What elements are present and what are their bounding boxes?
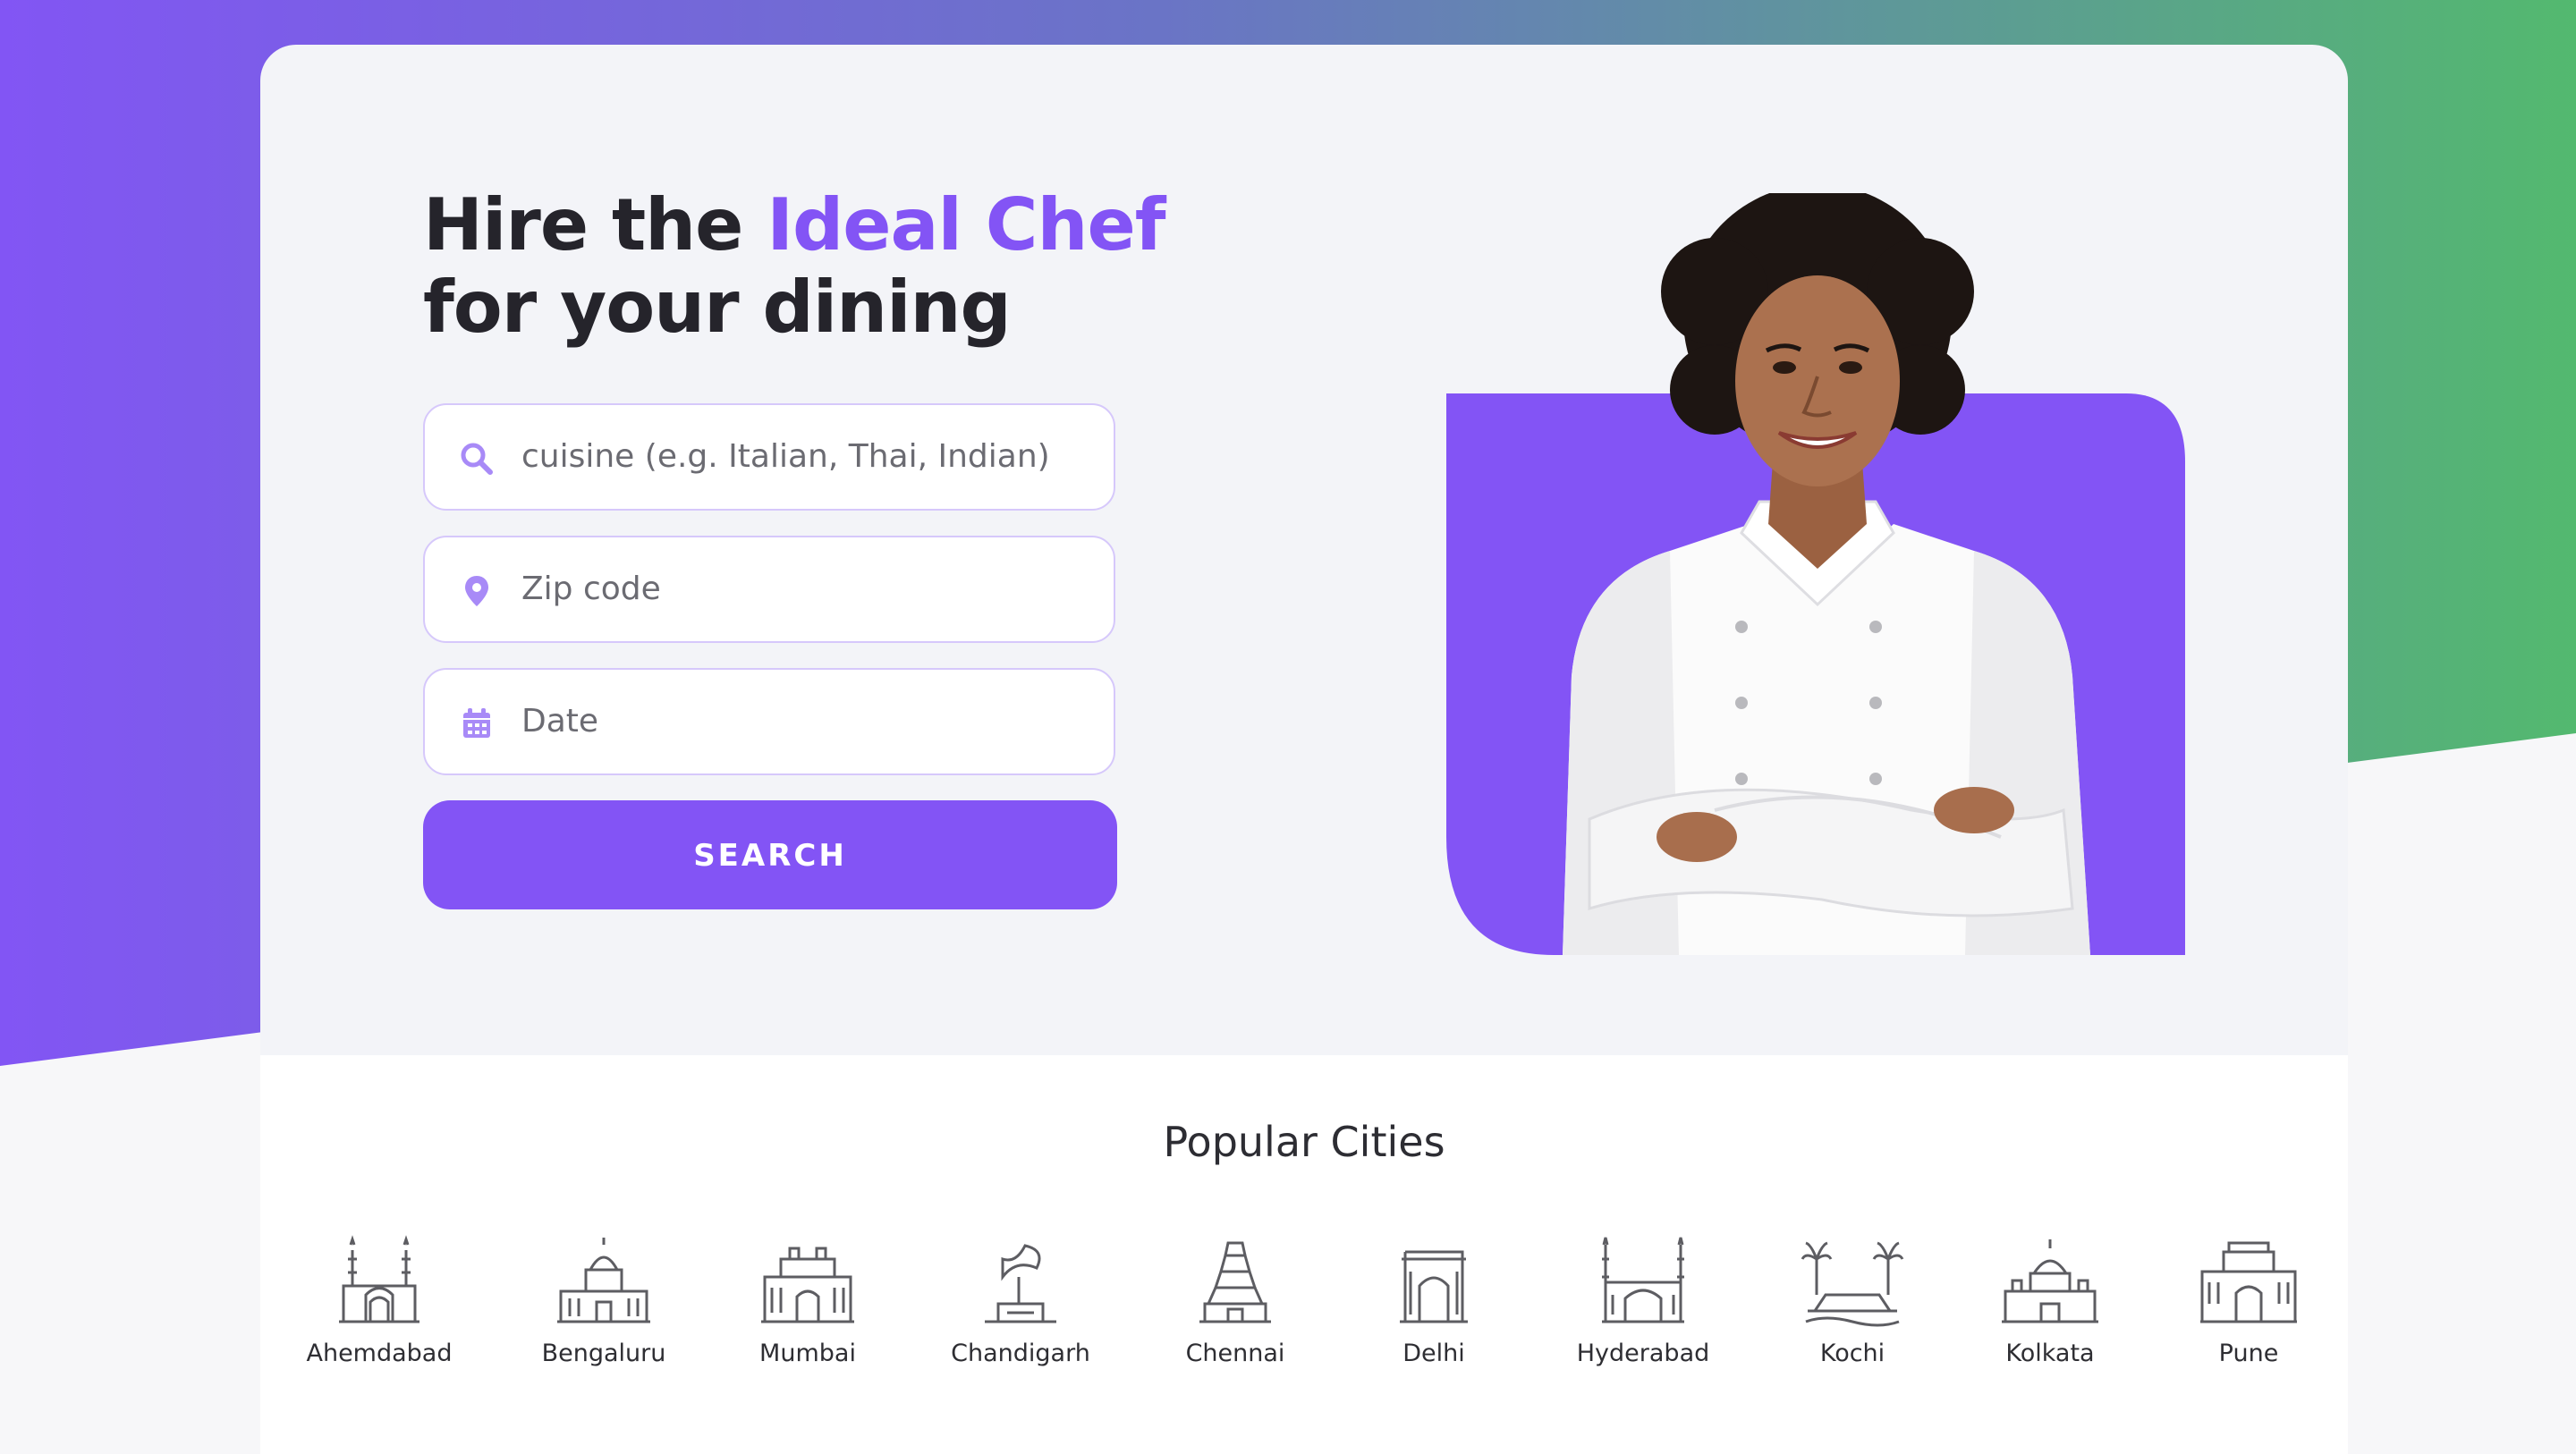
city-label: Pune [2218,1340,2279,1367]
city-kochi[interactable]: Kochi [1745,1232,1960,1367]
hyderabad-landmark-icon [1602,1237,1684,1323]
city-bengaluru[interactable]: Bengaluru [496,1232,711,1367]
search-icon [461,443,493,475]
zip-code-input[interactable]: Zip code [521,537,661,641]
city-label: Chennai [1185,1340,1285,1367]
city-kolkata[interactable]: Kolkata [1943,1232,2157,1367]
cuisine-field[interactable]: cuisine (e.g. Italian, Thai, Indian) [423,403,1115,511]
city-label: Chandigarh [951,1340,1090,1367]
main-card: Hire the Ideal Chef for your dining cuis… [260,45,2348,1454]
date-field[interactable]: Date [423,668,1115,775]
city-pune[interactable]: Pune [2141,1232,2348,1367]
city-label: Bengaluru [541,1340,666,1367]
kolkata-landmark-icon [2002,1239,2098,1323]
city-label: Kolkata [2005,1340,2095,1367]
delhi-landmark-icon [1400,1250,1468,1323]
city-ahemdabad[interactable]: Ahemdabad [272,1232,487,1367]
mumbai-landmark-icon [761,1247,854,1323]
headline-accent: Ideal Chef [767,183,1165,266]
city-label: Hyderabad [1576,1340,1710,1367]
kochi-landmark-icon [1801,1241,1904,1327]
city-mumbai[interactable]: Mumbai [700,1232,915,1367]
popular-cities-title: Popular Cities [1163,1118,1445,1166]
city-label: Mumbai [759,1340,856,1367]
page-headline: Hire the Ideal Chef for your dining [423,183,1166,349]
date-input[interactable]: Date [521,670,598,773]
city-label: Delhi [1402,1340,1465,1367]
search-button[interactable]: SEARCH [423,800,1117,909]
city-delhi[interactable]: Delhi [1326,1232,1541,1367]
city-hyderabad[interactable]: Hyderabad [1536,1232,1750,1367]
cuisine-input[interactable]: cuisine (e.g. Italian, Thai, Indian) [521,405,1050,509]
pune-landmark-icon [2200,1241,2297,1323]
city-chandigarh[interactable]: Chandigarh [913,1232,1128,1367]
ahemdabad-landmark-icon [339,1235,419,1323]
bengaluru-landmark-icon [557,1238,650,1323]
calendar-icon [463,708,490,738]
chandigarh-landmark-icon [985,1244,1056,1323]
zip-code-field[interactable]: Zip code [423,536,1115,643]
city-chennai[interactable]: Chennai [1128,1232,1343,1367]
headline-part1: Hire the [423,183,767,266]
chef-hero-image [1446,193,2185,955]
city-label: Kochi [1819,1340,1885,1367]
city-label: Ahemdabad [306,1340,453,1367]
chennai-landmark-icon [1199,1241,1271,1323]
headline-part2: for your dining [423,266,1012,349]
location-pin-icon [465,576,488,606]
